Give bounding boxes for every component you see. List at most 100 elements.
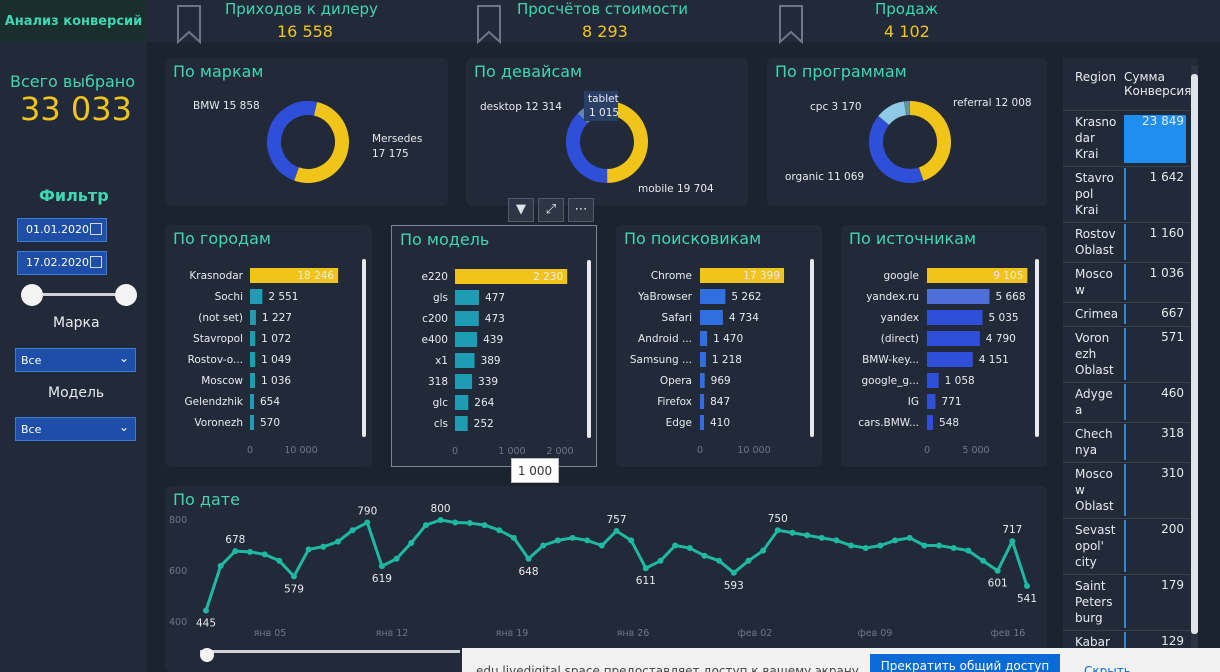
x-tick: янв 12 (376, 628, 409, 639)
kpi-bar: Приходов к дилеру 16 558 Просчётов стоим… (147, 0, 1220, 44)
slice-value: 17 175 (372, 148, 409, 160)
date-from-value: 01.01.2020 (26, 223, 89, 236)
table-row[interactable]: Mosco w 1 036 (1063, 262, 1190, 302)
data-label: 717 (1002, 524, 1022, 536)
programs-donut-chart: referral 12 008 organic 11 069 cpc 3 170 (785, 97, 1032, 183)
bar-category-label: (direct) (881, 333, 919, 345)
bar (455, 374, 473, 389)
data-point (334, 538, 341, 545)
date-from-input[interactable]: 01.01.2020 (17, 218, 107, 242)
date-slider-end-handle[interactable] (115, 284, 137, 306)
table-row[interactable]: Stavro pol Krai 1 642 (1063, 166, 1190, 222)
bar-value-label: 4 734 (729, 312, 759, 324)
focus-mode-icon[interactable]: ⤢ (538, 198, 564, 222)
model-dropdown[interactable]: Все ⌄ (15, 417, 136, 441)
models-bar-card[interactable]: По модель e220 2 230 gls 477 c200 473 e400 439 x… (391, 225, 597, 467)
bar-category-label: 318 (428, 376, 448, 388)
data-label: 678 (225, 534, 245, 546)
axis-tick: 1 000 (498, 446, 525, 457)
data-point (760, 547, 767, 554)
col-header-region[interactable]: Region (1075, 70, 1116, 84)
bar-value-label: 252 (474, 418, 494, 430)
data-label: 800 (431, 503, 451, 515)
data-label: 750 (768, 513, 788, 525)
bar (700, 394, 705, 409)
data-point (584, 537, 591, 544)
dashboard: Анализ конверсий Приходов к дилеру 16 55… (0, 0, 1220, 672)
filter-icon[interactable]: ▼ (508, 198, 534, 222)
axis-tick: 10 000 (737, 445, 770, 456)
table-row[interactable]: Crimea 667 (1063, 302, 1190, 326)
devices-donut-chart: desktop 12 314 tablet 1 015 mobile 19 704 (480, 91, 714, 195)
calendar-icon[interactable] (90, 256, 102, 268)
table-row[interactable]: Sevast opol' city 200 (1063, 518, 1190, 574)
table-row[interactable]: Adyge a 460 (1063, 382, 1190, 422)
programs-donut-card[interactable]: По программам referral 12 008 organic 11 … (767, 58, 1047, 206)
date-slider-start-handle[interactable] (21, 284, 43, 306)
date-axis-slider[interactable] (200, 650, 460, 653)
table-row[interactable]: Voron ezh Oblast 571 (1063, 326, 1190, 382)
calendar-icon[interactable] (90, 223, 102, 235)
brand-label: Марка (53, 315, 100, 331)
stop-sharing-button[interactable]: Прекратить общий доступ (870, 654, 1060, 672)
devices-donut-card[interactable]: По девайсам desktop 12 314 tablet 1 015 mob… (466, 58, 748, 206)
region-table[interactable]: Region Сумма Конверсия Krasno dar Krai 23 8… (1063, 58, 1198, 672)
table-row[interactable]: Rostov Oblast 1 160 (1063, 222, 1190, 262)
brand-dropdown[interactable]: Все ⌄ (15, 348, 136, 372)
data-point (261, 551, 268, 558)
data-point (950, 545, 957, 552)
date-range-slider[interactable] (32, 293, 126, 296)
bar-value-label: 439 (483, 334, 503, 346)
data-point (686, 545, 693, 552)
date-to-input[interactable]: 17.02.2020 (17, 251, 107, 275)
table-row[interactable]: Chech nya 318 (1063, 422, 1190, 462)
col-header-sum[interactable]: Сумма Конверсия (1124, 70, 1191, 98)
region-name: Rostov Oblast (1075, 227, 1116, 257)
table-scrollbar[interactable] (1191, 66, 1198, 666)
data-point (877, 542, 884, 549)
date-to-value: 17.02.2020 (26, 256, 89, 269)
data-point (452, 519, 459, 526)
table-row[interactable]: Krasno dar Krai 23 849 (1063, 110, 1190, 166)
bar (700, 289, 726, 304)
sources-bar-card[interactable]: По источникам google 9 105 yandex.ru 5 668 y… (841, 225, 1047, 467)
bar-value-label: 1 058 (945, 375, 975, 387)
slice-label: mobile 19 704 (638, 183, 714, 195)
data-point (716, 557, 723, 564)
data-point (276, 557, 283, 564)
kpi-visits[interactable]: Приходов к дилеру 16 558 (175, 0, 425, 44)
more-options-icon[interactable]: ⋯ (568, 198, 594, 222)
bar-category-label: Opera (660, 375, 692, 387)
data-point (921, 542, 928, 549)
hide-banner-link[interactable]: Скрыть (1084, 664, 1131, 672)
search-engines-bar-card[interactable]: По поисковикам Chrome 17 399 YaBrowser 5 26… (616, 225, 822, 467)
bar (927, 331, 980, 346)
cities-bar-card[interactable]: По городам Krasnodar 18 246 Sochi 2 551 (not… (165, 225, 372, 467)
bar-category-label: x1 (435, 355, 448, 367)
brands-donut-card[interactable]: По маркам BMW 15 858 Mersedes 17 175 (165, 58, 448, 206)
region-name: Crimea (1075, 307, 1119, 321)
table-row[interactable]: Mosco w Oblast 310 (1063, 462, 1190, 518)
donut-slice-cpc (878, 101, 907, 126)
bar-category-label: IG (908, 396, 919, 408)
kpi-sales[interactable]: Продаж 4 102 (777, 0, 977, 44)
date-line-card[interactable]: По дате 400 600 800 445 678 579 790 619 800 648 75… (165, 486, 1047, 672)
screen-share-banner: edu.livedigital.space предоставляет дост… (462, 648, 1220, 672)
bar-value-label: 5 668 (995, 291, 1025, 303)
table-row[interactable]: Saint Peters burg 179 (1063, 574, 1190, 630)
bar-value-label: 9 105 (993, 270, 1023, 282)
table-scroll-thumb[interactable] (1191, 74, 1198, 634)
kpi-calculations-value: 8 293 (582, 22, 628, 41)
bar-category-label: Stavropol (193, 333, 243, 345)
data-point (393, 555, 400, 562)
bar (927, 373, 939, 388)
donut-slice-referral (909, 101, 951, 181)
data-point (906, 534, 913, 541)
date-axis-slider-handle[interactable] (200, 648, 214, 662)
y-tick: 400 (169, 617, 187, 628)
region-name: Voron ezh Oblast (1075, 331, 1114, 377)
donut-slice-desktop (566, 113, 608, 183)
data-point (862, 545, 869, 552)
bar (250, 331, 256, 346)
kpi-calculations[interactable]: Просчётов стоимости 8 293 (475, 0, 725, 44)
